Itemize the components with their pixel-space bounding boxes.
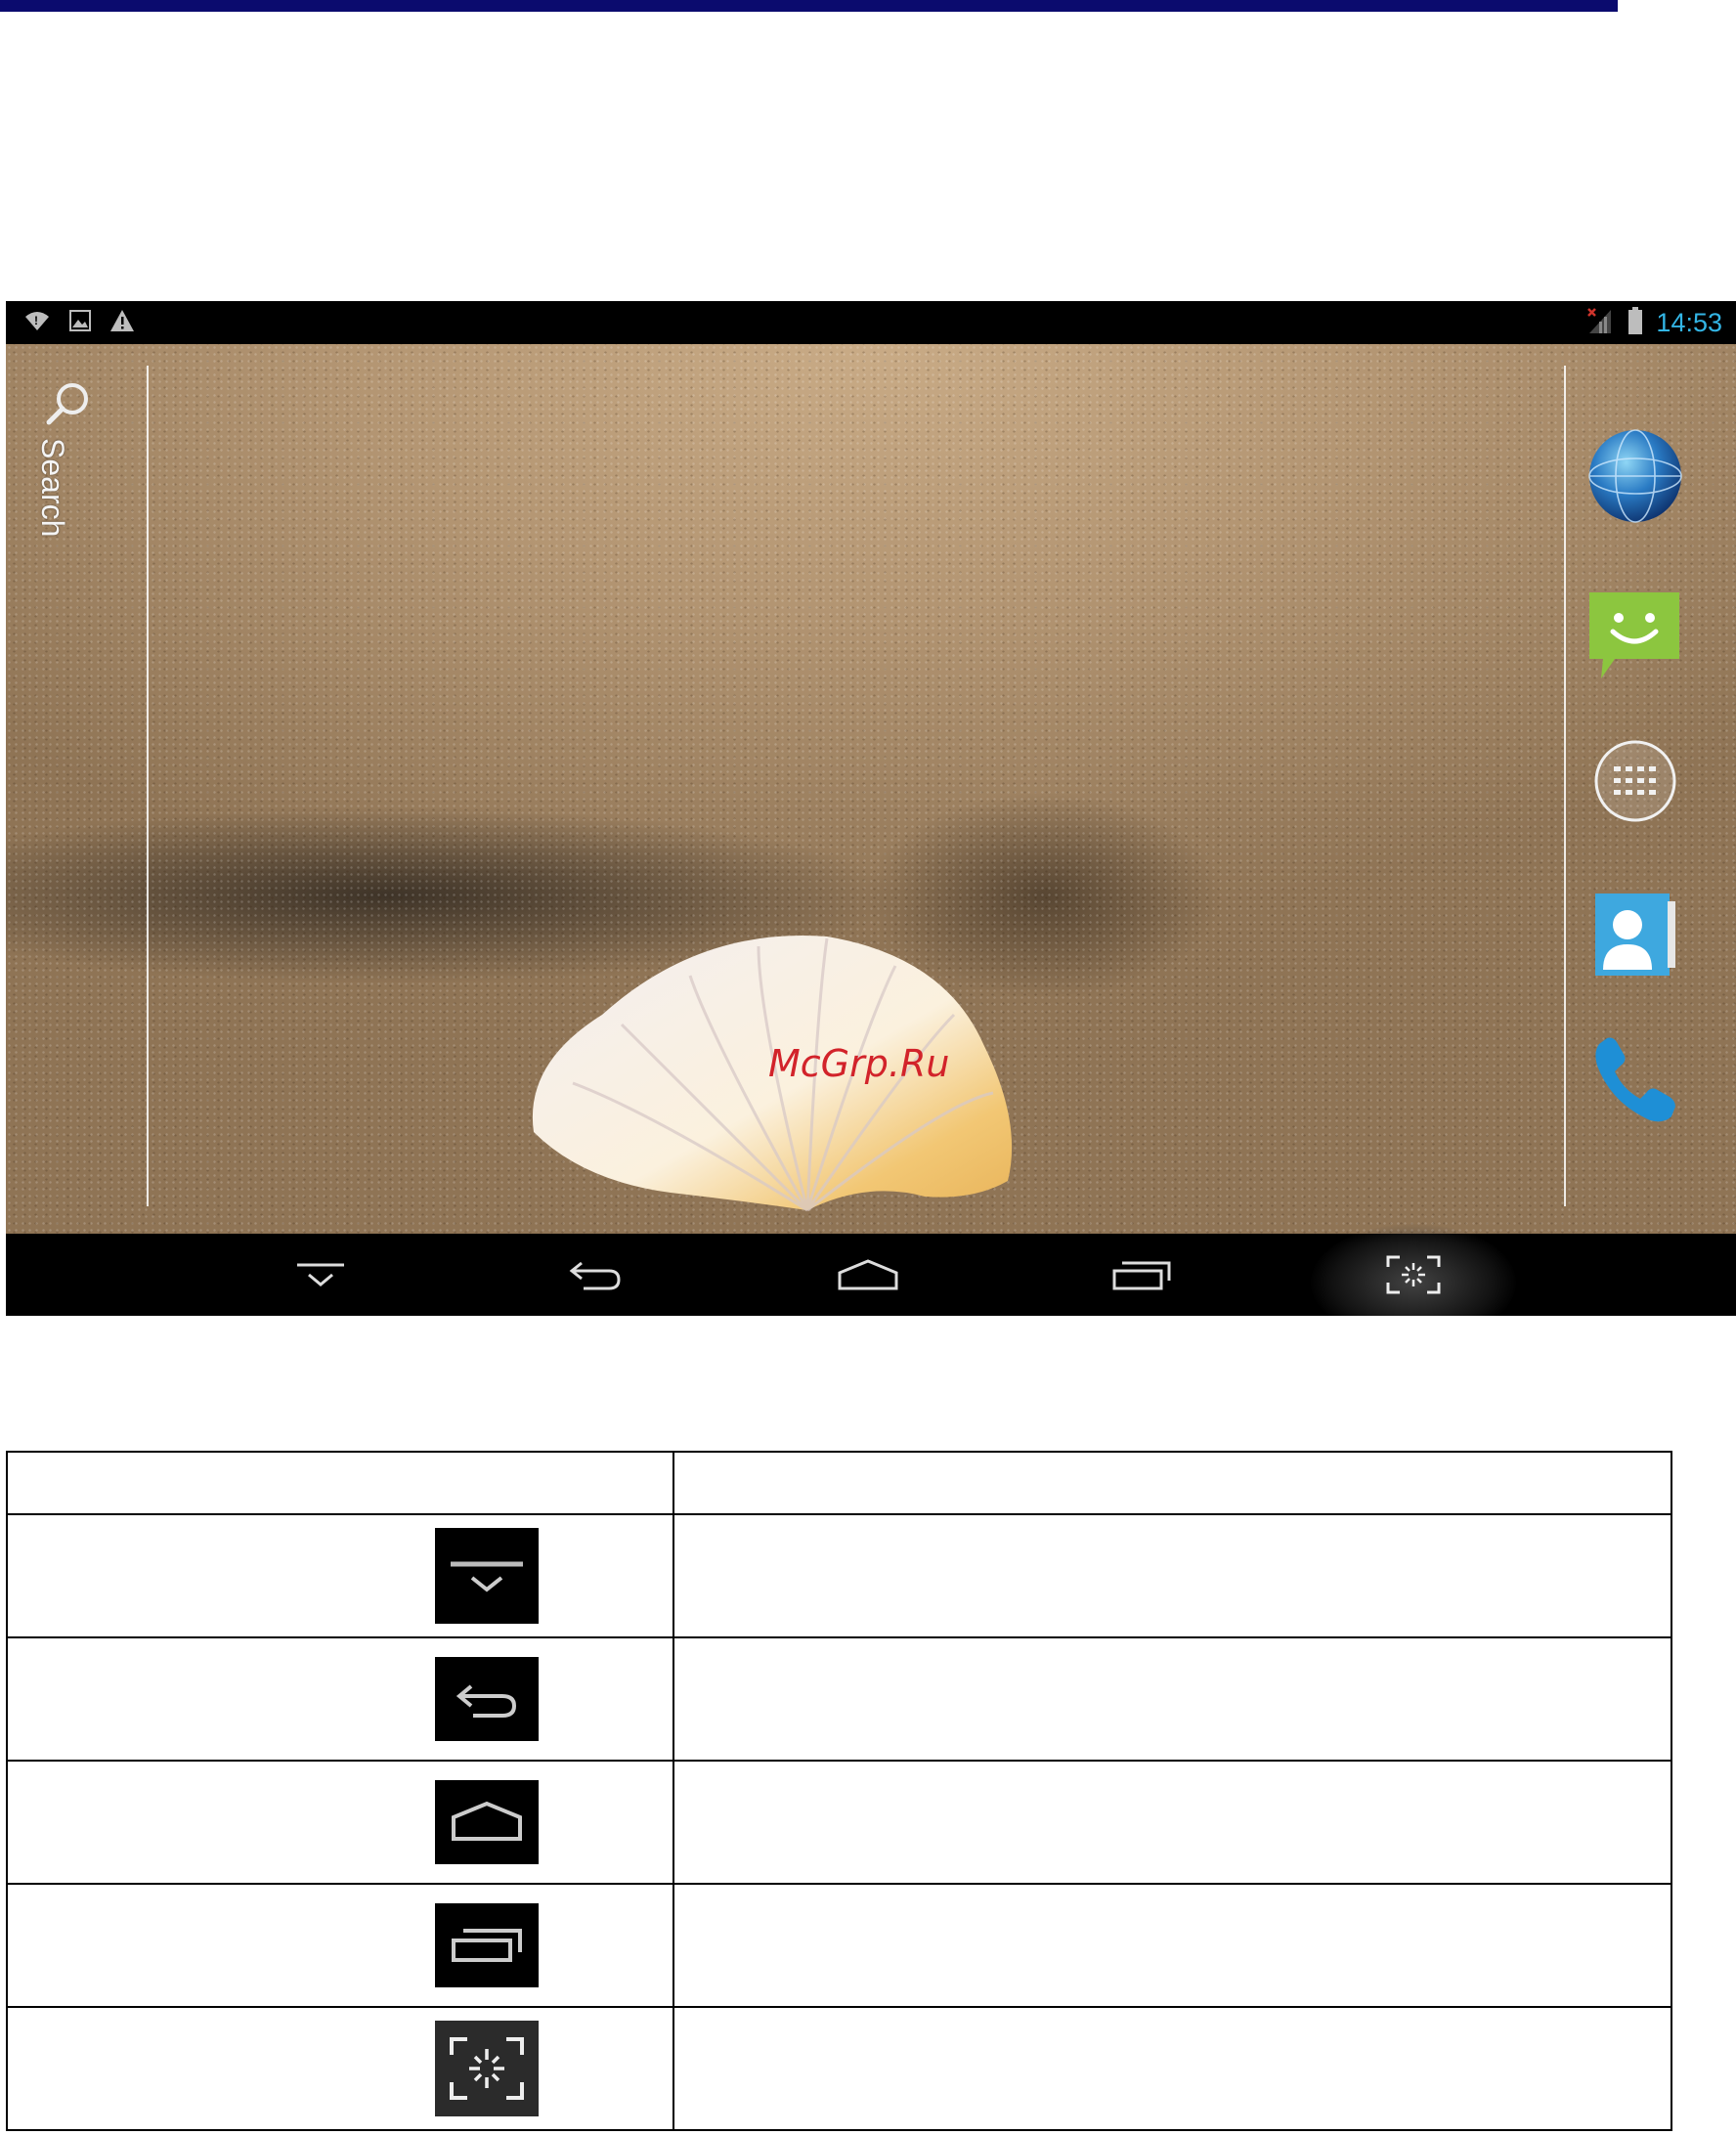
dock-divider [1564,366,1566,1206]
back-icon[interactable] [542,1234,649,1316]
status-clock: 14:53 [1656,307,1722,337]
battery-icon [1627,306,1644,340]
contacts-icon[interactable] [1582,880,1689,987]
back-icon [435,1657,539,1741]
image-notification-icon [68,309,92,337]
table-cell-key [5,2006,675,2131]
navigation-keys-table [5,1451,1672,2131]
top-rule [0,0,1618,12]
table-cell-key [5,1513,675,1638]
watermark-text: McGrp.Ru [768,1042,950,1085]
phone-icon[interactable] [1582,1026,1689,1134]
signal-icon [1585,306,1615,340]
table-header-cell [673,1451,1672,1515]
manual-page: ! 14:53 Search McGrp.Ru [0,0,1736,2135]
table-row [5,1636,1672,1762]
search-bar-divider [147,366,149,1206]
screenshot-icon[interactable] [1360,1234,1467,1316]
table-cell-key [5,1636,675,1762]
table-cell-description [673,1760,1672,1885]
browser-globe-icon[interactable] [1582,422,1689,530]
table-cell-key [5,1883,675,2008]
table-cell-key [5,1760,675,1885]
status-bar: ! 14:53 [6,301,1736,344]
table-header-cell [5,1451,675,1515]
table-cell-description [673,2006,1672,2131]
table-row [5,1513,1672,1638]
table-row [5,2006,1672,2131]
table-row [5,1760,1672,1885]
hide-bar-icon [435,1528,539,1624]
messaging-icon[interactable] [1582,583,1689,690]
table-cell-description [673,1883,1672,2008]
system-navigation-bar [6,1224,1736,1316]
table-header-row [5,1451,1672,1515]
svg-text:!: ! [34,314,38,327]
table-row [5,1883,1672,2008]
all-apps-icon[interactable] [1582,727,1689,835]
hide-bar-icon[interactable] [267,1234,374,1316]
screenshot-icon [435,2021,539,2116]
home-icon [435,1780,539,1864]
home-icon[interactable] [814,1234,922,1316]
tablet-screenshot: ! 14:53 Search McGrp.Ru [6,301,1736,1316]
table-cell-description [673,1636,1672,1762]
wifi-warning-icon: ! [23,309,51,337]
recent-apps-icon[interactable] [1089,1234,1196,1316]
recent-apps-icon [435,1903,539,1987]
warning-icon [109,309,135,337]
search-icon [43,379,92,433]
search-widget[interactable] [41,379,119,565]
table-cell-description [673,1513,1672,1638]
